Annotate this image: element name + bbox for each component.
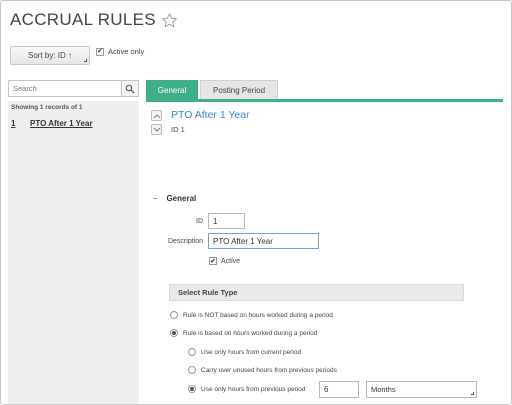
active-only-label: Active only <box>108 47 145 56</box>
list-item-name[interactable]: PTO After 1 Year <box>30 119 93 128</box>
radio-icon <box>188 366 196 374</box>
radio-label: Rule is based on hours worked during a p… <box>183 329 318 337</box>
dropdown-corner-icon <box>471 392 474 395</box>
radio-icon <box>170 311 178 319</box>
page-title-text: ACCRUAL RULES <box>10 10 156 29</box>
radio-label: Carry over unused hours from previous pe… <box>201 366 337 374</box>
radio-current-period[interactable]: Use only hours from current period <box>188 348 301 356</box>
radio-icon <box>188 348 196 356</box>
list-item-number: 1 <box>11 119 16 128</box>
results-panel <box>8 101 139 404</box>
id-label: ID <box>196 218 203 225</box>
star-outline-icon[interactable] <box>161 12 178 29</box>
search-input[interactable] <box>9 81 121 96</box>
active-checkbox[interactable]: ✔ Active <box>209 257 240 265</box>
period-unit-select[interactable]: Months <box>366 381 477 398</box>
radio-selected-icon <box>170 329 178 337</box>
active-label: Active <box>221 257 241 265</box>
search-button[interactable] <box>121 81 138 96</box>
radio-selected-icon <box>188 385 196 393</box>
radio-rule-hours[interactable]: Rule is based on hours worked during a p… <box>170 329 317 337</box>
radio-carry-over[interactable]: Carry over unused hours from previous pe… <box>188 366 337 374</box>
active-only-checkbox[interactable]: ✔ Active only <box>96 47 144 56</box>
tab-bar: General Posting Period <box>146 80 278 100</box>
record-title: PTO After 1 Year <box>171 109 250 121</box>
description-label: Description <box>167 238 203 245</box>
results-summary: Showing 1 records of 1 <box>11 104 83 111</box>
general-section-header[interactable]: – General <box>153 194 196 203</box>
tab-underline <box>146 99 503 102</box>
radio-rule-not-hours[interactable]: Rule is NOT based on hours worked during… <box>170 311 333 319</box>
description-field[interactable] <box>208 233 319 249</box>
list-item[interactable]: 1 PTO After 1 Year <box>11 119 93 128</box>
dropdown-corner-icon <box>84 59 87 62</box>
tab-general[interactable]: General <box>146 80 198 100</box>
collapse-icon: – <box>153 194 158 203</box>
radio-previous-period[interactable]: Use only hours from previous period <box>188 385 305 393</box>
period-unit-value: Months <box>371 385 396 394</box>
select-rule-type-header: Select Rule Type <box>169 284 464 301</box>
sort-by-label: Sort by: ID ↑ <box>27 51 72 60</box>
previous-record-button[interactable] <box>151 110 162 121</box>
radio-label: Use only hours from previous period <box>201 385 306 393</box>
checkbox-checked-icon: ✔ <box>96 47 104 56</box>
magnifier-icon <box>125 84 135 93</box>
record-id: ID 1 <box>171 125 185 134</box>
sort-by-button[interactable]: Sort by: ID ↑ <box>10 46 90 65</box>
radio-label: Use only hours from current period <box>201 348 302 356</box>
search-box <box>8 80 139 97</box>
next-record-button[interactable] <box>151 124 162 135</box>
chevron-up-icon <box>153 113 160 118</box>
checkbox-checked-icon: ✔ <box>209 257 217 265</box>
accrual-rules-window: ACCRUAL RULES Sort by: ID ↑ ✔ Active onl… <box>0 0 512 405</box>
previous-period-count-field[interactable] <box>319 381 359 398</box>
radio-label: Rule is NOT based on hours worked during… <box>183 311 333 319</box>
id-field[interactable] <box>208 213 245 229</box>
tab-posting-period[interactable]: Posting Period <box>200 80 278 100</box>
general-section-title: General <box>166 194 197 203</box>
chevron-down-icon <box>153 127 160 132</box>
page-title: ACCRUAL RULES <box>10 10 178 30</box>
